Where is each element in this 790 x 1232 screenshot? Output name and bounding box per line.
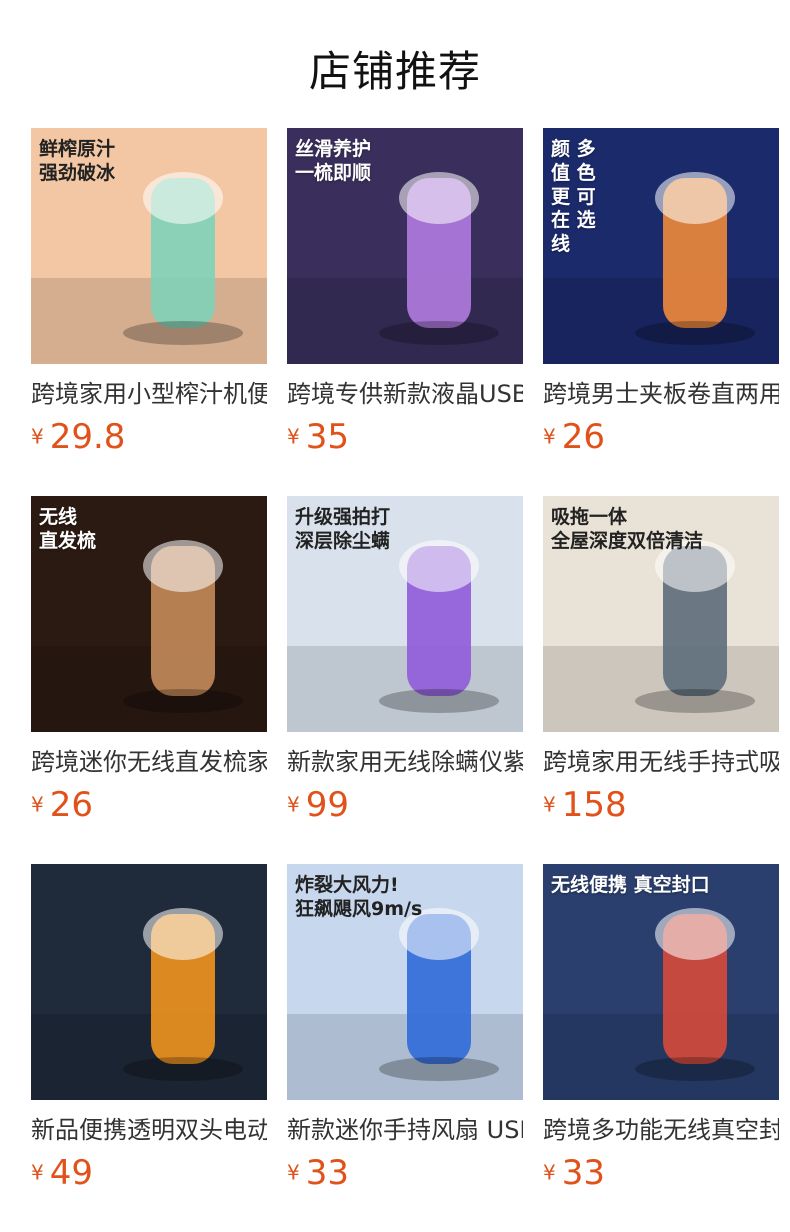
product-name[interactable]: 新款家用无线除螨仪紫外线: [287, 746, 523, 778]
product-card[interactable]: 鲜榨原汁 强劲破冰跨境家用小型榨汁机便携式 ¥29.8: [31, 128, 267, 496]
product-price: ¥35: [287, 416, 523, 457]
product-illustration-icon: [543, 908, 779, 1100]
product-image[interactable]: [31, 864, 267, 1100]
price-amount: 158: [561, 784, 627, 825]
currency-symbol: ¥: [31, 792, 44, 817]
price-amount: 99: [305, 784, 349, 825]
product-card[interactable]: 丝滑养护 一梳即顺跨境专供新款液晶USB ¥35: [287, 128, 523, 496]
product-name[interactable]: 跨境家用小型榨汁机便携式: [31, 378, 267, 410]
section-title: 店铺推荐: [308, 47, 481, 96]
product-price: ¥33: [287, 1152, 523, 1193]
price-amount: 49: [49, 1152, 93, 1193]
product-illustration-icon: [31, 908, 267, 1100]
product-image-caption: 丝滑养护 一梳即顺: [295, 138, 372, 184]
product-image-caption: 炸裂大风力! 狂飙飓风9m/s: [295, 874, 423, 920]
product-image[interactable]: 吸拖一体 全屋深度双倍清洁: [543, 496, 779, 732]
product-card[interactable]: 无线便携 真空封口跨境多功能无线真空封口机 ¥33: [543, 864, 779, 1232]
currency-symbol: ¥: [543, 1160, 556, 1185]
product-image-caption: 吸拖一体 全屋深度双倍清洁: [551, 506, 704, 552]
product-card[interactable]: 新品便携透明双头电动剃须 ¥49: [31, 864, 267, 1232]
product-price: ¥26: [31, 784, 267, 825]
product-image[interactable]: 无线 直发梳: [31, 496, 267, 732]
product-price: ¥33: [543, 1152, 779, 1193]
product-image[interactable]: 无线便携 真空封口: [543, 864, 779, 1100]
product-card[interactable]: 吸拖一体 全屋深度双倍清洁跨境家用无线手持式吸尘器 ¥158: [543, 496, 779, 864]
product-card[interactable]: 升级强拍打 深层除尘螨新款家用无线除螨仪紫外线 ¥99: [287, 496, 523, 864]
product-price: ¥26: [543, 416, 779, 457]
product-image-caption: 颜 多 值 色 更 可 在 选 线: [551, 138, 596, 255]
product-price: ¥49: [31, 1152, 267, 1193]
product-card[interactable]: 炸裂大风力! 狂飙飓风9m/s 新款迷你手持风扇 USB ¥33: [287, 864, 523, 1232]
currency-symbol: ¥: [543, 424, 556, 449]
product-name[interactable]: 新品便携透明双头电动剃须: [31, 1114, 267, 1146]
product-name[interactable]: 跨境多功能无线真空封口机: [543, 1114, 779, 1146]
product-name[interactable]: 跨境专供新款液晶USB: [287, 378, 523, 410]
product-name[interactable]: 跨境迷你无线直发梳家用: [31, 746, 267, 778]
product-name[interactable]: 跨境男士夹板卷直两用: [543, 378, 779, 410]
product-card[interactable]: 无线 直发梳跨境迷你无线直发梳家用 ¥26: [31, 496, 267, 864]
product-image[interactable]: 炸裂大风力! 狂飙飓风9m/s: [287, 864, 523, 1100]
product-card[interactable]: 颜 多 值 色 更 可 在 选 线跨境男士夹板卷直两用 ¥26: [543, 128, 779, 496]
product-image-caption: 鲜榨原汁 强劲破冰: [39, 138, 116, 184]
product-name[interactable]: 新款迷你手持风扇 USB: [287, 1114, 523, 1146]
currency-symbol: ¥: [287, 1160, 300, 1185]
product-image[interactable]: 丝滑养护 一梳即顺: [287, 128, 523, 364]
currency-symbol: ¥: [287, 792, 300, 817]
product-image[interactable]: 升级强拍打 深层除尘螨: [287, 496, 523, 732]
product-price: ¥29.8: [31, 416, 267, 457]
product-grid: 鲜榨原汁 强劲破冰跨境家用小型榨汁机便携式 ¥29.8 丝滑养护 一梳即顺跨境专供新…: [31, 128, 779, 1232]
product-price: ¥99: [287, 784, 523, 825]
product-image[interactable]: 鲜榨原汁 强劲破冰: [31, 128, 267, 364]
price-amount: 26: [561, 416, 605, 457]
currency-symbol: ¥: [31, 424, 44, 449]
price-amount: 35: [305, 416, 349, 457]
price-amount: 26: [49, 784, 93, 825]
product-image[interactable]: 颜 多 值 色 更 可 在 选 线: [543, 128, 779, 364]
currency-symbol: ¥: [287, 424, 300, 449]
price-amount: 33: [561, 1152, 605, 1193]
price-amount: 29.8: [49, 416, 126, 457]
product-name[interactable]: 跨境家用无线手持式吸尘器: [543, 746, 779, 778]
currency-symbol: ¥: [543, 792, 556, 817]
price-amount: 33: [305, 1152, 349, 1193]
product-image-caption: 升级强拍打 深层除尘螨: [295, 506, 391, 552]
product-price: ¥158: [543, 784, 779, 825]
product-image-caption: 无线便携 真空封口: [551, 874, 710, 896]
product-image-caption: 无线 直发梳: [39, 506, 97, 552]
currency-symbol: ¥: [31, 1160, 44, 1185]
